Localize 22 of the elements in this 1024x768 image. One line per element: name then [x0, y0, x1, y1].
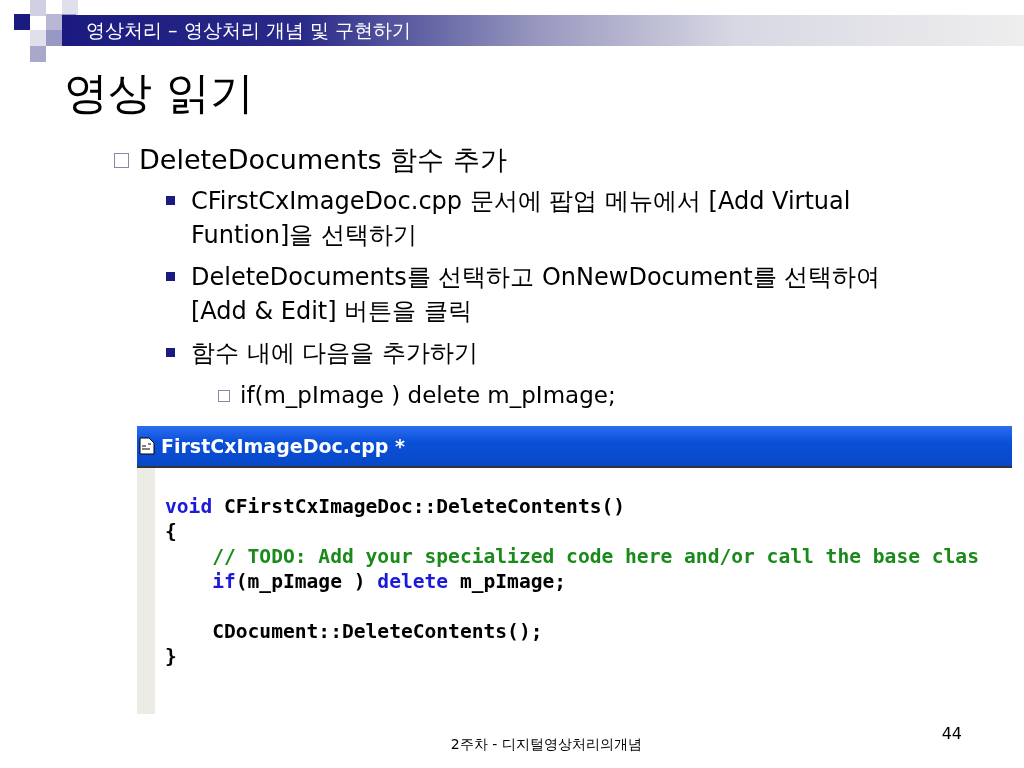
page-number: 44 — [941, 724, 962, 743]
code-line: { — [165, 519, 178, 544]
bullet-text: 함수 내에 다음을 추가하기 — [191, 338, 479, 369]
hollow-square-bullet-icon — [114, 153, 129, 168]
bullet-text: DeleteDocuments를 선택하고 OnNewDocument를 선택하여 [Add & Edit] 버튼을 클릭 — [191, 262, 882, 327]
code-line: void CFirstCxImageDoc::DeleteContents() — [165, 494, 627, 519]
bullet-text: if(m_pImage ) delete m_pImage; — [240, 381, 616, 410]
code-line: if(m_pImage ) delete m_pImage; — [211, 569, 568, 594]
footer-text: 2주차 - 디지털영상처리의개념 — [450, 736, 642, 754]
section-title: 영상처리 – 영상처리 개념 및 구현하기 — [85, 17, 411, 43]
square-bullet-icon — [166, 196, 175, 205]
code-line: CDocument::DeleteContents(); — [211, 619, 544, 644]
square-bullet-icon — [166, 272, 175, 281]
document-icon — [139, 437, 155, 455]
code-line: // TODO: Add your specialized code here and/or call the base clas — [211, 544, 979, 569]
hollow-square-bullet-icon — [218, 390, 230, 402]
editor-title: FirstCxImageDoc.cpp * — [161, 435, 405, 457]
slide-title: 영상 읽기 — [64, 66, 254, 120]
square-bullet-icon — [166, 348, 175, 357]
bullet-text: CFirstCxImageDoc.cpp 문서에 팝업 메뉴에서 [Add Virtual Funtion]을 선택하기 — [191, 186, 852, 251]
bullet-text: DeleteDocuments 함수 추가 — [139, 143, 507, 177]
code-line: } — [165, 644, 178, 669]
